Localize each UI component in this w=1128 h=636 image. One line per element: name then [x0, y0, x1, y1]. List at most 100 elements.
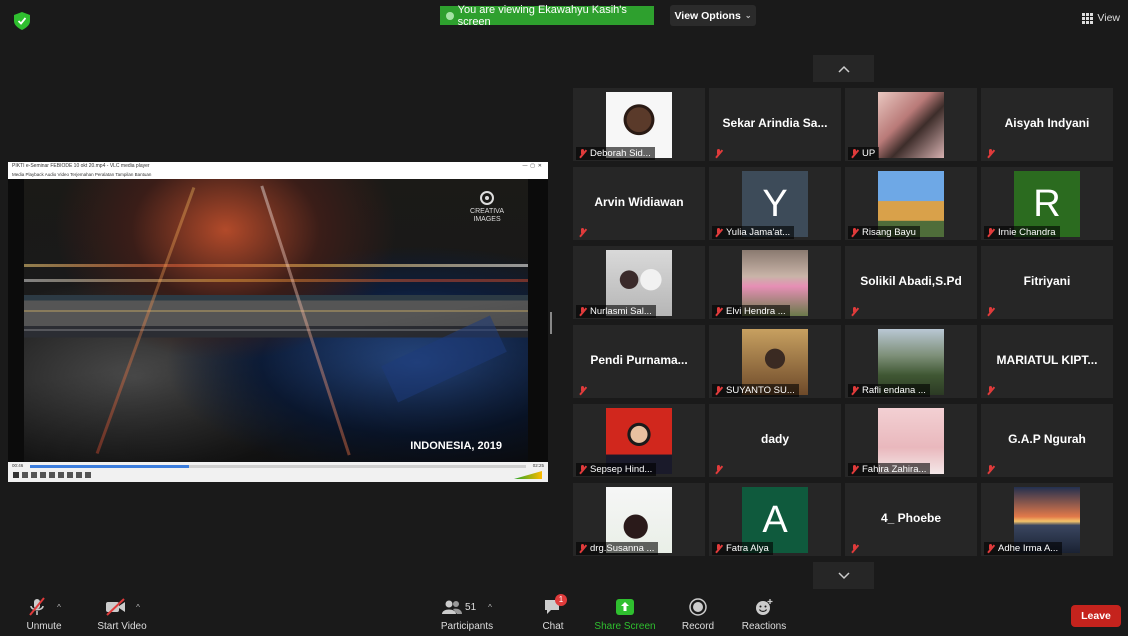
- video-frame-aerial-highway: CREATIVA IMAGES INDONESIA, 2019: [24, 179, 528, 462]
- participant-name: SUYANTO SU...: [726, 385, 795, 396]
- participant-name: dady: [760, 432, 789, 446]
- participant-tile[interactable]: Y Yulia Jama'at...: [709, 167, 841, 240]
- chevron-down-icon: [837, 571, 850, 579]
- participant-tile[interactable]: Fitriyani: [981, 246, 1113, 319]
- participant-tile[interactable]: 4_ Phoebe: [845, 483, 977, 556]
- muted-mic-icon: [848, 542, 861, 555]
- participant-name: Nurlasmi Sal...: [590, 306, 652, 317]
- video-caption: INDONESIA, 2019: [410, 440, 502, 452]
- participant-name: Pendi Purnama...: [590, 353, 688, 367]
- view-options-button[interactable]: View Options ⌄: [670, 5, 756, 26]
- share-screen-button[interactable]: Share Screen: [593, 596, 657, 632]
- participant-name-label: UP: [848, 147, 880, 160]
- participant-tile[interactable]: Fahira Zahira...: [845, 404, 977, 477]
- participant-tile[interactable]: dady: [709, 404, 841, 477]
- participant-name-label: Rafli endana ...: [848, 384, 930, 397]
- participant-tile[interactable]: Adhe Irma A...: [981, 483, 1113, 556]
- participant-name-label: Adhe Irma A...: [984, 542, 1063, 555]
- view-label: View: [1097, 12, 1120, 24]
- muted-mic-icon: [714, 386, 723, 395]
- muted-mic-icon: [29, 597, 45, 616]
- participant-tile[interactable]: Solikil Abadi,S.Pd: [845, 246, 977, 319]
- participant-name: Risang Bayu: [862, 227, 916, 238]
- start-video-label: Start Video: [97, 621, 147, 632]
- video-off-icon: [106, 598, 126, 616]
- participant-tile[interactable]: drg.Susanna ...: [573, 483, 705, 556]
- split-divider-handle[interactable]: [550, 312, 552, 334]
- participants-caret-icon[interactable]: ^: [488, 603, 492, 612]
- participant-name: UP: [862, 148, 876, 159]
- share-screen-label: Share Screen: [594, 621, 656, 632]
- unmute-button[interactable]: ^ Unmute: [18, 596, 70, 632]
- grid-view-icon: [1082, 12, 1094, 24]
- extended-settings-icon: [58, 472, 64, 478]
- muted-mic-icon: [850, 149, 859, 158]
- participant-tile[interactable]: Rafli endana ...: [845, 325, 977, 398]
- participant-tile[interactable]: Aisyah Indyani: [981, 88, 1113, 161]
- muted-mic-icon: [714, 544, 723, 553]
- participant-name-label: Fatra Alya: [712, 542, 773, 555]
- security-shield-icon[interactable]: [14, 12, 30, 30]
- vlc-window-title: PIKTI e-Seminar FEBIODE 10 okt 20.mp4 - …: [12, 163, 150, 169]
- participant-tile[interactable]: A Fatra Alya: [709, 483, 841, 556]
- participants-label: Participants: [440, 621, 494, 632]
- reactions-button[interactable]: Reactions: [738, 596, 790, 632]
- muted-mic-icon: [848, 305, 861, 318]
- muted-mic-icon: [712, 147, 725, 160]
- participant-tile[interactable]: Sepsep Hind...: [573, 404, 705, 477]
- participant-tile[interactable]: R Irnie Chandra: [981, 167, 1113, 240]
- view-layout-button[interactable]: View: [1082, 12, 1120, 24]
- participant-name: Fatra Alya: [726, 543, 769, 554]
- audio-options-caret-icon[interactable]: ^: [57, 603, 61, 612]
- participant-name: 4_ Phoebe: [880, 511, 942, 525]
- participant-tile[interactable]: Elvi Hendra ...: [709, 246, 841, 319]
- participant-tile[interactable]: Pendi Purnama...: [573, 325, 705, 398]
- gallery-page-down-button[interactable]: [813, 562, 874, 589]
- shuffle-icon: [85, 472, 91, 478]
- muted-mic-icon: [578, 544, 587, 553]
- muted-mic-icon: [984, 147, 997, 160]
- reactions-label: Reactions: [741, 621, 787, 632]
- participant-tile[interactable]: Arvin Widiawan: [573, 167, 705, 240]
- record-label: Record: [681, 621, 715, 632]
- participant-tile[interactable]: SUYANTO SU...: [709, 325, 841, 398]
- participant-tile[interactable]: Nurlasmi Sal...: [573, 246, 705, 319]
- viewing-screen-banner: You are viewing Ekawahyu Kasih's screen: [440, 4, 654, 28]
- gallery-page-up-button[interactable]: [813, 55, 874, 82]
- participant-tile[interactable]: UP: [845, 88, 977, 161]
- next-icon: [40, 472, 46, 478]
- participant-tile[interactable]: Sekar Arindia Sa...: [709, 88, 841, 161]
- chat-button[interactable]: 1 Chat: [538, 594, 568, 632]
- muted-mic-icon: [712, 463, 725, 476]
- reactions-smiley-icon: [756, 599, 773, 615]
- view-options-label: View Options: [674, 9, 741, 22]
- participant-tile[interactable]: Risang Bayu: [845, 167, 977, 240]
- vlc-title-bar: PIKTI e-Seminar FEBIODE 10 okt 20.mp4 - …: [8, 162, 548, 170]
- participant-name: drg.Susanna ...: [590, 543, 655, 554]
- start-video-button[interactable]: ^ Start Video: [92, 596, 152, 632]
- participant-tile[interactable]: G.A.P Ngurah: [981, 404, 1113, 477]
- record-button[interactable]: Record: [678, 596, 718, 632]
- leave-button[interactable]: Leave: [1071, 605, 1121, 627]
- muted-mic-icon: [984, 384, 997, 397]
- participants-button[interactable]: 51 ^ Participants: [438, 596, 496, 632]
- participant-name-label: Irnie Chandra: [984, 226, 1060, 239]
- participant-name-label: Deborah Sid...: [576, 147, 655, 160]
- window-controls-icon: — ▢ ✕: [522, 163, 542, 169]
- chat-label: Chat: [542, 621, 564, 632]
- muted-mic-icon: [984, 463, 997, 476]
- participant-tile[interactable]: MARIATUL KIPT...: [981, 325, 1113, 398]
- participant-name-label: SUYANTO SU...: [712, 384, 799, 397]
- participant-tile[interactable]: Deborah Sid...: [573, 88, 705, 161]
- muted-mic-icon: [576, 384, 589, 397]
- participant-name: Fitriyani: [1023, 274, 1071, 288]
- volume-icon: [514, 471, 542, 479]
- vlc-menu-bar: Media Playback Audio Video Terjemahan Pe…: [8, 170, 548, 179]
- muted-mic-icon: [578, 307, 587, 316]
- watermark-line2: IMAGES: [473, 216, 501, 223]
- chevron-up-icon: [837, 65, 850, 73]
- participant-name-label: Yulia Jama'at...: [712, 226, 795, 239]
- watermark-line1: CREATIVA: [470, 208, 504, 215]
- video-options-caret-icon[interactable]: ^: [136, 603, 140, 612]
- participant-name: G.A.P Ngurah: [1008, 432, 1086, 446]
